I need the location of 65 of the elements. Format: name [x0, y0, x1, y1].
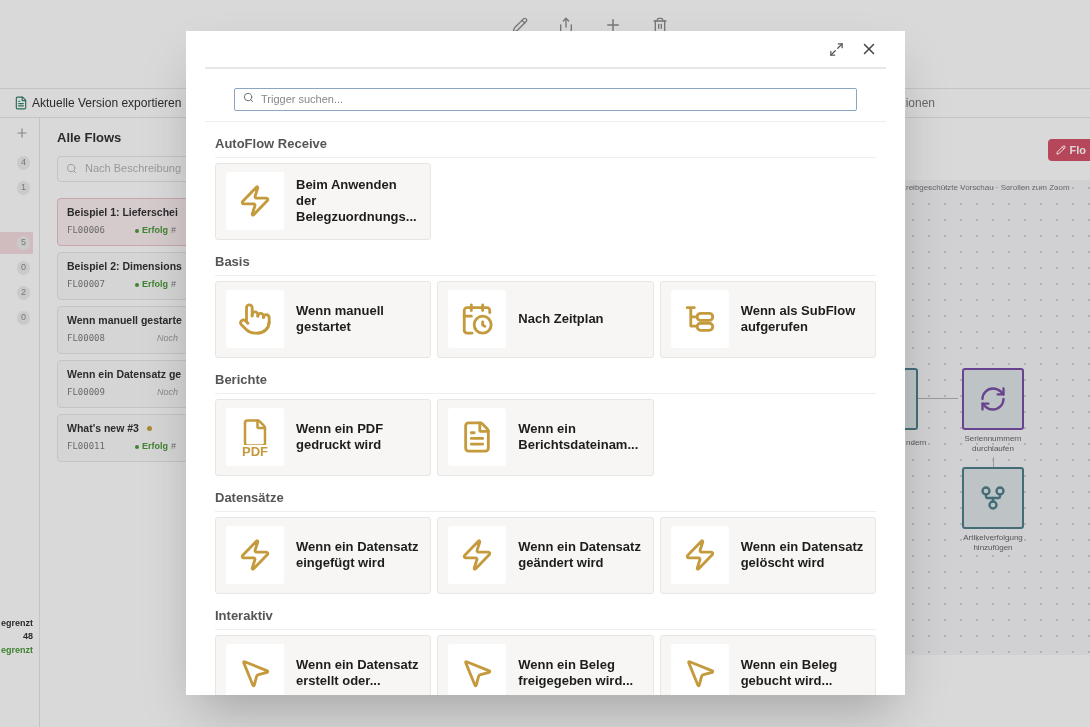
- flow-id: FL00008: [67, 332, 106, 346]
- flow-id: FL00006: [67, 224, 106, 238]
- flows-title: Alle Flows: [57, 129, 123, 147]
- pencil-icon: [1055, 145, 1066, 155]
- flow-node[interactable]: [905, 368, 918, 430]
- quota-text: egrenzt: [1, 616, 33, 630]
- node-label: ndern: [906, 437, 927, 449]
- flow-id: FL00007: [67, 278, 106, 292]
- trigger-card[interactable]: Wenn ein Datensatz geändert wird: [437, 516, 654, 594]
- trigger-card[interactable]: Wenn ein Datensatz gelöscht wird: [659, 516, 876, 594]
- flow-name: What's new #3: [67, 420, 139, 436]
- trigger-card[interactable]: Wenn manuell gestartet: [215, 280, 432, 358]
- hash-text: #: [171, 278, 176, 292]
- file-icon: [14, 96, 28, 110]
- flow-node[interactable]: [962, 368, 1024, 430]
- expand-icon[interactable]: [829, 41, 844, 57]
- search-icon: [243, 92, 254, 103]
- trigger-card[interactable]: Beim Anwenden der Belegzuordnungs...: [215, 162, 432, 240]
- share-icon[interactable]: [558, 17, 574, 33]
- hand-icon: [238, 302, 272, 336]
- trigger-card[interactable]: Wenn als SubFlow aufgerufen: [659, 280, 876, 358]
- section-title: AutoFlow Receive: [215, 135, 327, 151]
- status-label: Erfolg: [135, 224, 168, 238]
- flow-name: Wenn ein Datensatz ge: [67, 366, 182, 382]
- flow-name: Beispiel 2: Dimensions: [67, 258, 182, 274]
- export-button[interactable]: Aktuelle Version exportieren: [14, 94, 182, 112]
- status-label: Erfolg: [135, 278, 168, 292]
- fork-icon: [979, 484, 1007, 512]
- flow-id: FL00011: [67, 440, 106, 454]
- quota-text: 48: [23, 630, 33, 643]
- search-icon: [66, 163, 77, 174]
- preview-hint: reibgeschützte Vorschau · Scrollen zum Zoom: [906, 182, 1070, 194]
- trigger-card[interactable]: Wenn ein Datensatz erstellt oder...: [215, 634, 432, 695]
- edit-flow-button[interactable]: Flo: [1047, 139, 1090, 161]
- quota-text: egrenzt: [1, 643, 33, 657]
- flow-name: Wenn manuell gestarte: [67, 312, 182, 328]
- trigger-card[interactable]: Wenn ein Berichtsdateinam...: [437, 398, 654, 476]
- hash-text: #: [171, 440, 176, 454]
- section-title: Berichte: [215, 371, 268, 387]
- toolbar-label: ionen: [905, 95, 935, 112]
- node-label: Seriennummern durchlaufen: [963, 434, 1023, 454]
- section-title: Interaktiv: [215, 607, 273, 623]
- flow-id: FL00009: [67, 386, 106, 400]
- trigger-card[interactable]: Wenn ein Datensatz eingefügt wird: [215, 516, 432, 594]
- node-label: Artikelverfolgung hinzufügen: [962, 533, 1024, 553]
- lightning-icon: [238, 184, 272, 218]
- status-label: Noch: [157, 332, 178, 346]
- trigger-card[interactable]: Wenn ein Beleg gebucht wird...: [659, 634, 876, 695]
- section-title: Basis: [215, 253, 250, 269]
- lightning-icon: [238, 538, 272, 572]
- trash-icon[interactable]: [652, 17, 668, 33]
- trigger-card[interactable]: PDF Wenn ein PDF gedruckt wird: [215, 398, 432, 476]
- calendar-clock-icon: [460, 302, 495, 336]
- section-title: Datensätze: [215, 489, 284, 505]
- trigger-card[interactable]: Wenn ein Beleg freigegeben wird...: [437, 634, 654, 695]
- trigger-card[interactable]: Nach Zeitplan: [437, 280, 654, 358]
- status-label: Erfolg: [135, 440, 168, 454]
- refresh-icon: [979, 385, 1007, 413]
- status-label: Noch: [157, 386, 178, 400]
- pencil-icon[interactable]: [512, 17, 528, 33]
- flow-name: Beispiel 1: Lieferschei: [67, 204, 178, 220]
- flow-node[interactable]: [962, 467, 1024, 529]
- search-field[interactable]: Trigger suchen...: [234, 87, 857, 111]
- plus-icon[interactable]: [604, 16, 622, 34]
- hash-text: #: [171, 224, 176, 238]
